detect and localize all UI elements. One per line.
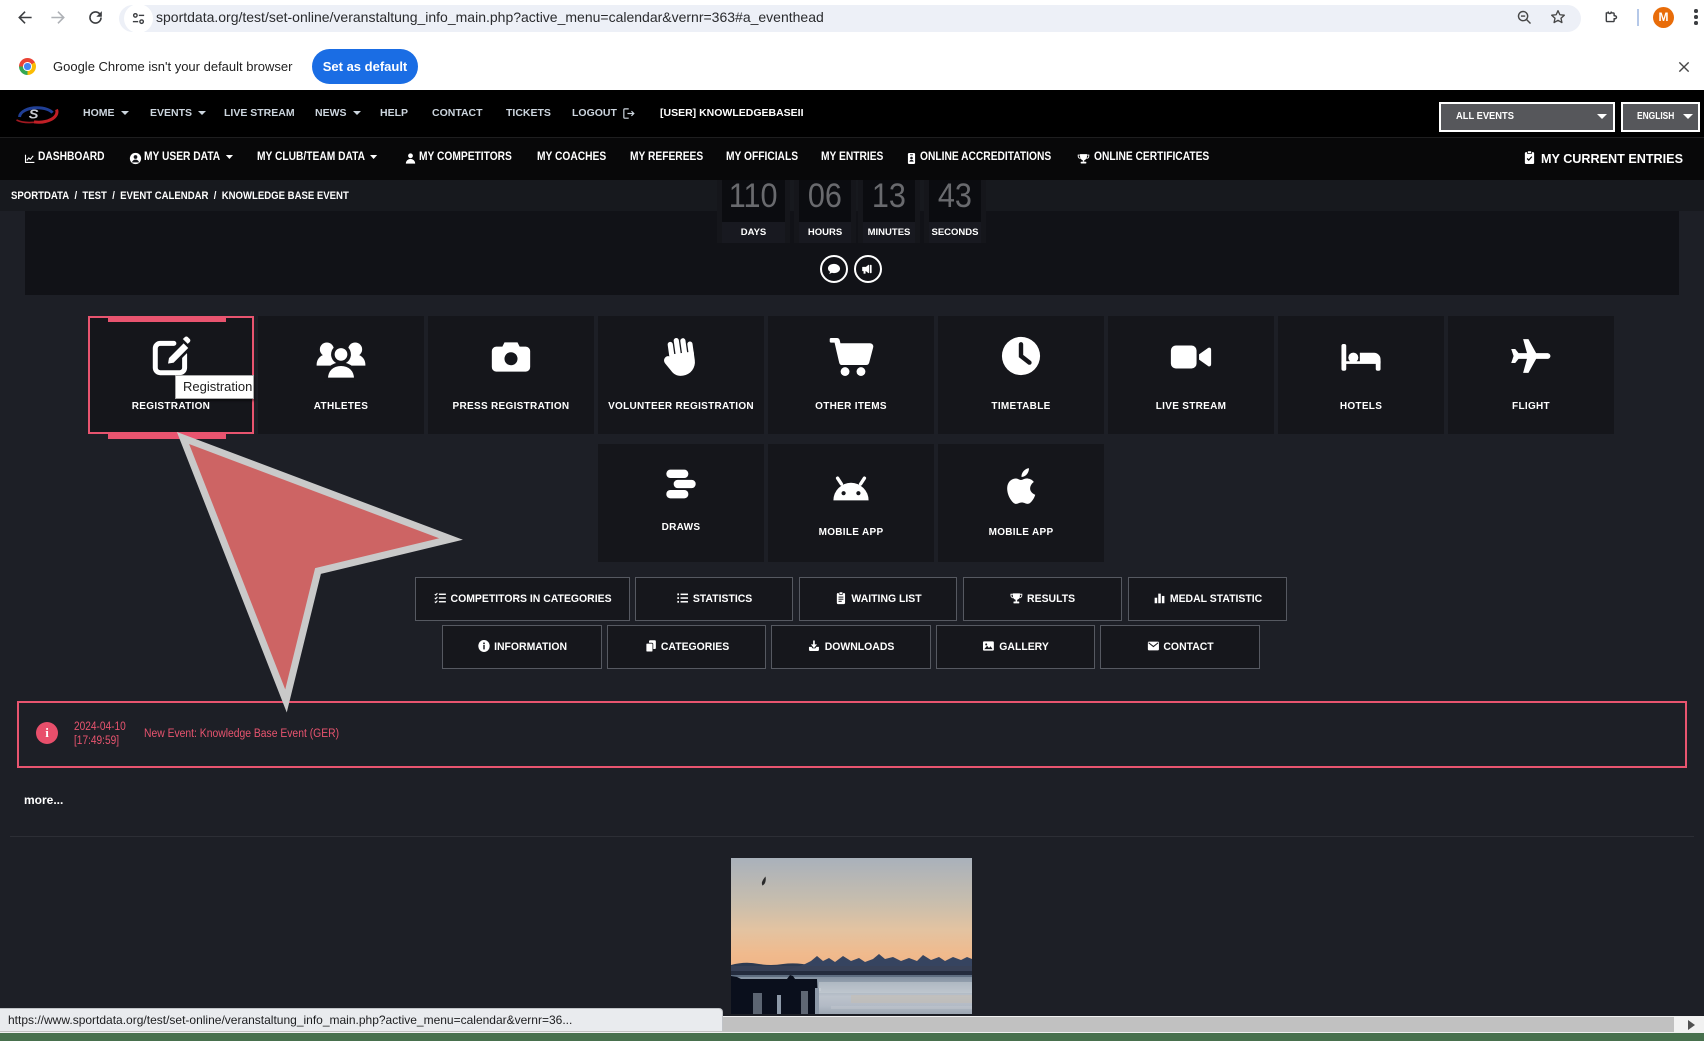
svg-text:S: S bbox=[29, 107, 40, 121]
